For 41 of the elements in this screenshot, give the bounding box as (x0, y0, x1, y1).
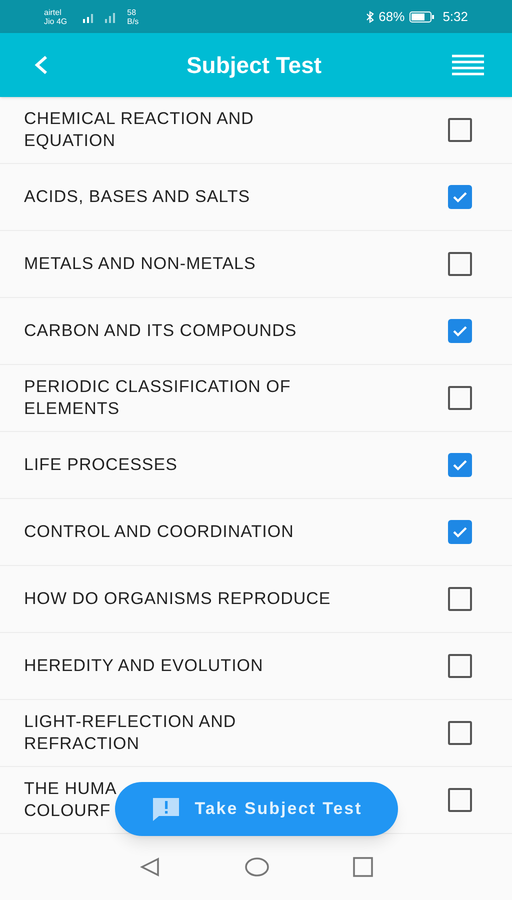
battery-icon (408, 10, 435, 22)
chapter-title: CARBON AND ITS COMPOUNDS (24, 320, 297, 342)
checkbox[interactable] (448, 185, 472, 209)
checkbox[interactable] (448, 587, 472, 611)
checkbox[interactable] (448, 453, 472, 477)
chapter-title: CHEMICAL REACTION AND (24, 108, 254, 130)
screen-title: Subject Test (185, 50, 323, 80)
chapter-title: ELEMENTS (24, 398, 120, 420)
chapter-title: EQUATION (24, 130, 116, 152)
chapter-title: THE HUMA (24, 778, 117, 800)
carrier-label: airtel (44, 8, 62, 16)
menu-icon (452, 54, 484, 76)
chapter-title: COLOURF (24, 800, 111, 822)
chapter-title: LIFE PROCESSES (24, 454, 178, 476)
chapter-title: CONTROL AND COORDINATION (24, 521, 294, 543)
chapter-title: PERIODIC CLASSIFICATION OF (24, 376, 291, 398)
carrier-label: Jio 4G (44, 16, 68, 26)
chapter-title: ACIDS, BASES AND SALTS (24, 186, 250, 208)
checkbox[interactable] (448, 386, 472, 410)
checkbox[interactable] (448, 520, 472, 544)
chapter-title: LIGHT-REFLECTION AND (24, 711, 236, 733)
battery-percent: 68% (378, 8, 405, 26)
speed-value: 58 (127, 8, 138, 16)
chapter-title: HEREDITY AND EVOLUTION (24, 655, 264, 677)
chapter-title: HOW DO ORGANISMS REPRODUCE (24, 588, 331, 610)
checkbox[interactable] (448, 118, 472, 142)
checkbox[interactable] (448, 319, 472, 343)
chapter-title: REFRACTION (24, 733, 140, 755)
clock: 5:32 (442, 8, 468, 26)
checkbox[interactable] (448, 654, 472, 678)
checkbox[interactable] (448, 788, 472, 812)
speed-unit: B/s (127, 16, 139, 26)
bluetooth-icon (364, 10, 375, 22)
take-test-button[interactable]: Take Subject Test (115, 782, 398, 836)
checkbox[interactable] (448, 721, 472, 745)
feedback-icon (150, 796, 181, 822)
chapter-title: METALS AND NON-METALS (24, 253, 256, 275)
recents-nav-icon[interactable] (353, 857, 373, 877)
back-nav-icon[interactable] (139, 857, 161, 877)
checkbox[interactable] (448, 252, 472, 276)
home-nav-icon[interactable] (245, 857, 269, 877)
